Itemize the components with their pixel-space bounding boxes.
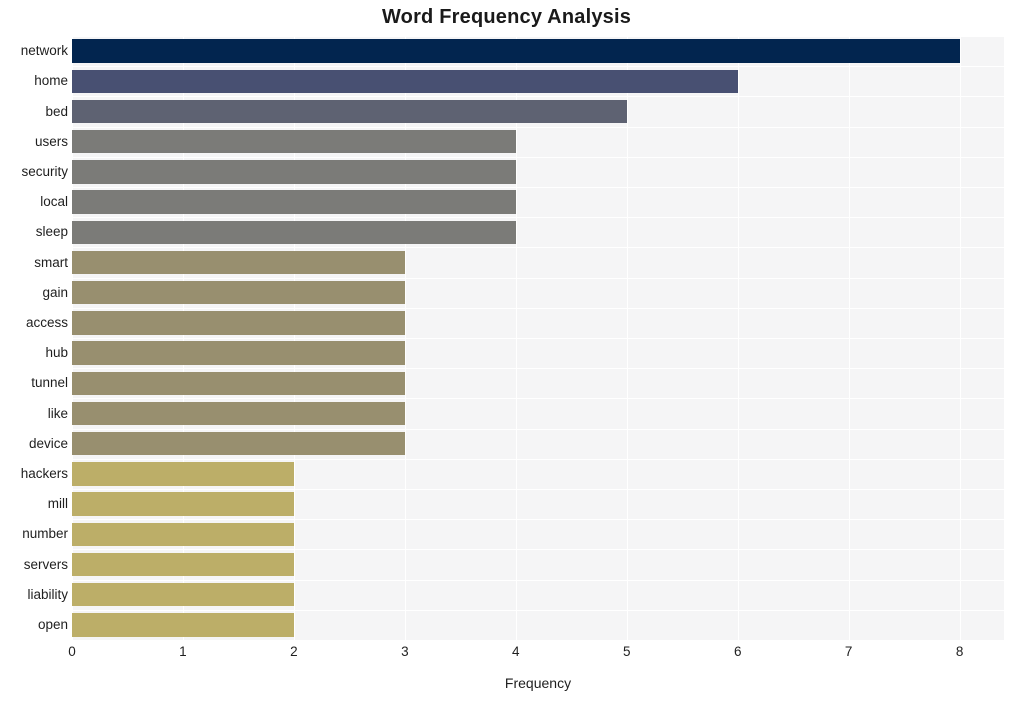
y-axis-tick-label: open	[37, 616, 68, 632]
y-axis-tick-label: local	[40, 194, 68, 210]
x-axis-tick-label: 3	[401, 644, 409, 659]
bar[interactable]	[72, 311, 405, 335]
bar[interactable]	[72, 69, 738, 94]
y-axis-tick-label: smart	[34, 254, 68, 270]
bar[interactable]	[72, 341, 405, 365]
y-axis-tick-label: security	[21, 163, 68, 179]
x-axis-title: Frequency	[504, 675, 572, 691]
y-axis-tick-label: tunnel	[31, 375, 68, 391]
bar[interactable]	[72, 280, 405, 305]
y-axis-tick-label: number	[22, 526, 68, 542]
y-axis-tick-label: sleep	[35, 224, 68, 240]
y-axis-tick-label: network	[20, 43, 68, 59]
bars-layer	[72, 36, 1004, 640]
bar[interactable]	[72, 220, 516, 245]
y-axis-tick-label: liability	[27, 586, 68, 602]
x-axis-tick-label: 5	[622, 644, 631, 659]
y-axis-tick-label: hackers	[20, 465, 68, 481]
x-axis-tick-labels: 0 1 2 3 4 5 6 7 8	[0, 645, 1013, 669]
bar[interactable]	[72, 582, 294, 607]
y-axis-tick-label: access	[25, 314, 68, 330]
y-axis-tick-label: gain	[42, 284, 68, 300]
y-axis-tick-label: servers	[23, 556, 68, 572]
bar[interactable]	[72, 371, 405, 396]
y-axis-tick-label: hub	[45, 345, 68, 361]
bar[interactable]	[72, 552, 294, 577]
bar[interactable]	[72, 99, 627, 124]
x-axis-tick-label: 1	[179, 644, 187, 659]
y-axis-tick-label: mill	[47, 496, 68, 512]
bar[interactable]	[72, 250, 405, 275]
bar[interactable]	[72, 492, 294, 516]
bar[interactable]	[72, 401, 405, 426]
x-axis-tick-label: 6	[733, 644, 742, 659]
gridline-horizontal	[72, 640, 1004, 641]
chart-title: Word Frequency Analysis	[381, 6, 632, 28]
y-axis-tick-label: device	[28, 435, 68, 451]
bar[interactable]	[72, 39, 960, 63]
x-axis-tick-label: 2	[290, 644, 298, 659]
bar[interactable]	[72, 613, 294, 637]
chart-figure: Word Frequency Analysis network home bed us…	[0, 0, 1013, 701]
bar[interactable]	[72, 129, 516, 154]
plot-area	[72, 36, 1004, 641]
bar[interactable]	[72, 462, 294, 486]
bar[interactable]	[72, 160, 516, 184]
x-axis-tick-label: 7	[844, 644, 853, 659]
x-axis-tick-label: 4	[512, 644, 520, 659]
x-axis-tick-label: 8	[955, 644, 964, 659]
y-axis-tick-label: users	[34, 133, 68, 149]
y-axis-tick-label: like	[47, 405, 68, 421]
y-axis-tick-label: home	[34, 73, 68, 89]
y-axis-tick-labels: network home bed users security local sleep sma…	[0, 36, 68, 640]
y-axis-tick-label: bed	[45, 103, 68, 119]
bar[interactable]	[72, 431, 405, 456]
bar[interactable]	[72, 522, 294, 547]
x-axis-tick-label: 0	[68, 644, 76, 659]
bar[interactable]	[72, 190, 516, 214]
